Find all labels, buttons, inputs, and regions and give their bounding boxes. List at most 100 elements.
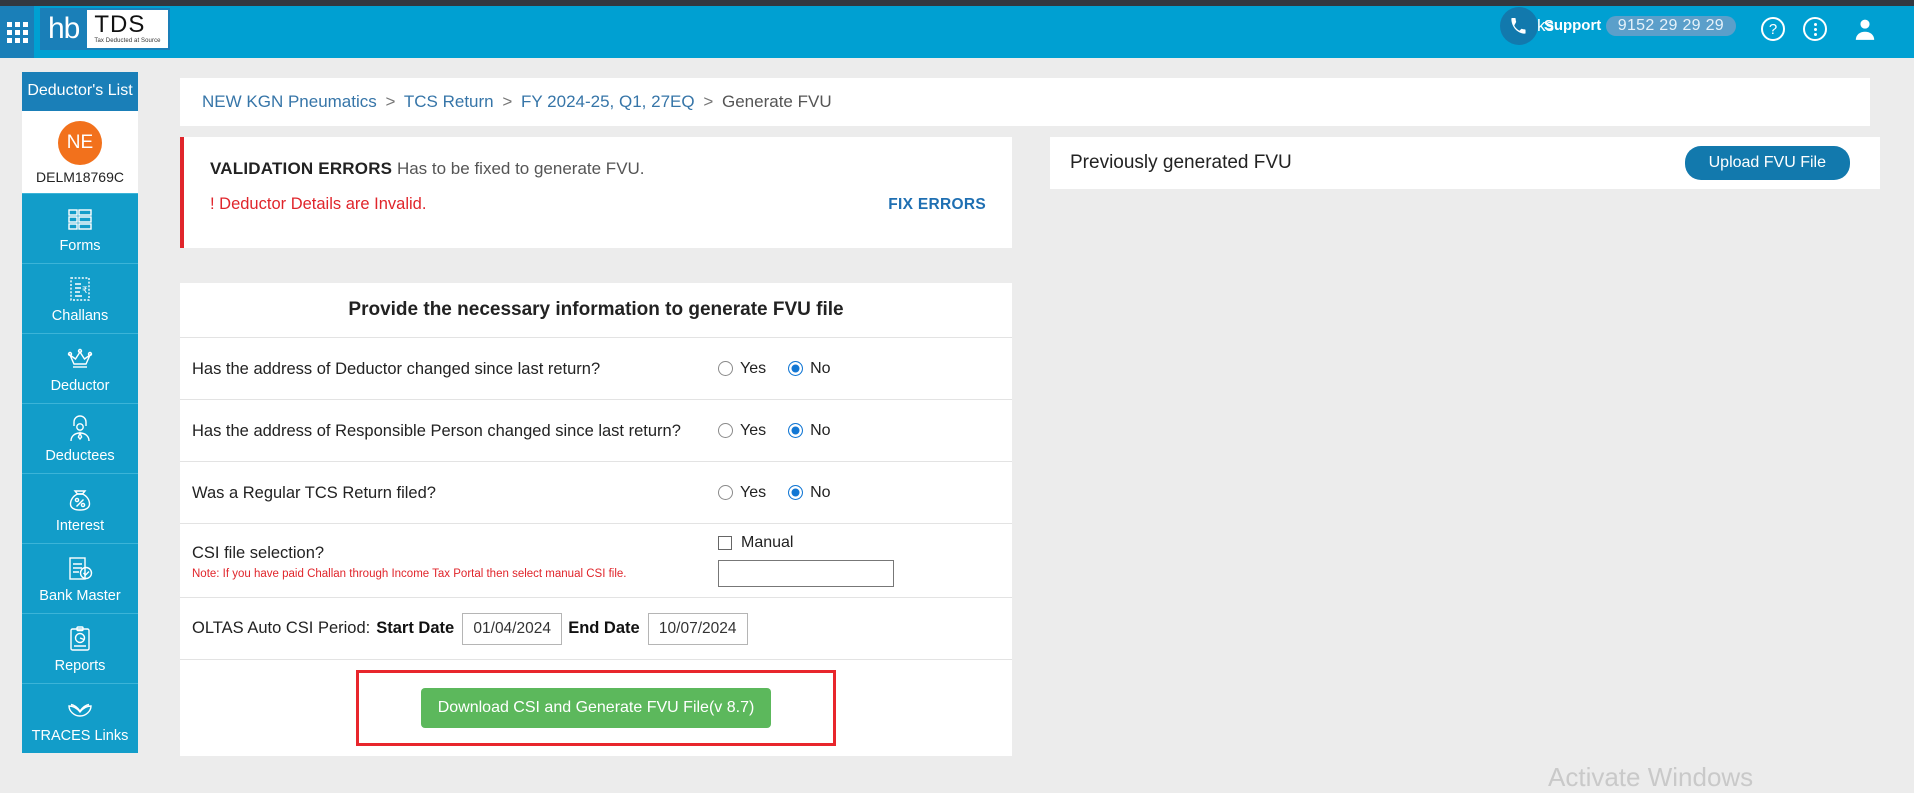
- radio-label-no: No: [810, 421, 831, 439]
- sidebar-title[interactable]: Deductor's List: [22, 72, 138, 111]
- start-date-input[interactable]: 01/04/2024: [462, 612, 563, 645]
- brand-tds-subtitle: Tax Deducted at Source: [94, 37, 161, 44]
- radio-label-no: No: [810, 483, 831, 501]
- support-group[interactable]: Support 9152 29 29 29: [1499, 7, 1736, 45]
- brand-hb-text: hb: [48, 12, 80, 45]
- row-label: CSI file selection? Note: If you have pa…: [192, 540, 718, 582]
- generate-fvu-form-card: Provide the necessary information to gen…: [180, 283, 1012, 756]
- sidebar-item-deductor[interactable]: Deductor: [22, 333, 138, 403]
- radio-button-yes[interactable]: [718, 485, 733, 500]
- breadcrumb-bar: NEW KGN Pneumatics > TCS Return > FY 202…: [180, 78, 1870, 126]
- radio-option-yes[interactable]: Yes: [718, 422, 766, 440]
- csi-manual-input[interactable]: [718, 560, 894, 587]
- money-bag-percent-icon: [24, 483, 136, 515]
- sidebar-item-deductees[interactable]: Deductees: [22, 403, 138, 473]
- sidebar-item-label: TRACES Links: [31, 728, 129, 744]
- fix-errors-link[interactable]: FIX ERRORS: [888, 196, 986, 214]
- clipboard-chart-icon: [24, 623, 136, 655]
- radio-button-no[interactable]: [788, 423, 804, 438]
- form-row-deductor-address: Has the address of Deductor changed sinc…: [180, 338, 1012, 400]
- row-label: Has the address of Deductor changed sinc…: [192, 359, 601, 378]
- csi-manual-checkbox[interactable]: [718, 536, 732, 550]
- form-row-regular-tcs-return: Was a Regular TCS Return filed? Yes No: [180, 462, 1012, 524]
- svg-text:₹: ₹: [82, 286, 88, 296]
- help-circle-icon[interactable]: ?: [1758, 14, 1788, 44]
- support-phone-number: 9152 29 29 29: [1605, 16, 1736, 36]
- window-title-strip: [0, 0, 1914, 6]
- challan-receipt-icon: ₹: [24, 273, 136, 305]
- download-csi-generate-fvu-button[interactable]: Download CSI and Generate FVU File(v 8.7…: [420, 688, 772, 728]
- app-grid-button[interactable]: [0, 6, 34, 58]
- vertical-dots: [1813, 22, 1817, 36]
- start-date-label: Start Date: [376, 619, 455, 637]
- csi-label: CSI file selection?: [192, 543, 325, 562]
- user-avatar-icon[interactable]: [1850, 14, 1880, 44]
- oltas-label: OLTAS Auto CSI Period:: [192, 619, 371, 637]
- more-options-icon[interactable]: [1800, 14, 1830, 44]
- radio-option-no[interactable]: No: [788, 421, 831, 440]
- sidebar-item-label: Forms: [59, 238, 101, 254]
- page-title: Provide the necessary information to gen…: [180, 283, 1012, 338]
- radio-button-yes[interactable]: [718, 361, 733, 376]
- radio-button-no[interactable]: [788, 361, 804, 376]
- radio-group-regular-tcs-return: Yes No: [718, 484, 831, 502]
- app-grid-icon: [6, 21, 28, 43]
- radio-label-yes: Yes: [740, 359, 767, 377]
- radio-group-responsible-person-address: Yes No: [718, 422, 831, 440]
- radio-option-yes[interactable]: Yes: [718, 360, 766, 378]
- radio-button-yes[interactable]: [718, 423, 733, 438]
- radio-label-no: No: [810, 359, 831, 377]
- breadcrumb-item-2[interactable]: FY 2024-25, Q1, 27EQ: [521, 92, 695, 111]
- previously-generated-fvu-title: Previously generated FVU: [1070, 152, 1292, 173]
- bank-document-check-icon: [24, 553, 136, 585]
- radio-button-no[interactable]: [788, 485, 804, 500]
- upload-fvu-file-button[interactable]: Upload FVU File: [1684, 146, 1850, 180]
- brand-logo[interactable]: hb TDS Tax Deducted at Source: [40, 8, 170, 50]
- sidebar-item-interest[interactable]: Interest: [22, 473, 138, 543]
- forms-icon: [24, 203, 136, 235]
- breadcrumb-separator: >: [502, 92, 513, 111]
- sidebar-item-label: Interest: [55, 518, 105, 534]
- csi-controls: Manual: [718, 534, 894, 587]
- csi-note: Note: If you have paid Challan through I…: [192, 567, 627, 580]
- deductor-tan: DELM18769C: [36, 169, 124, 185]
- validation-errors-card: VALIDATION ERRORS Has to be fixed to gen…: [180, 137, 1012, 248]
- validation-error-item: ! Deductor Details are Invalid.: [210, 195, 427, 213]
- radio-option-yes[interactable]: Yes: [718, 484, 766, 502]
- sidebar-item-bank-master[interactable]: Bank Master: [22, 543, 138, 613]
- validation-errors-subtitle: Has to be fixed to generate FVU.: [396, 159, 645, 178]
- radio-option-no[interactable]: No: [788, 483, 831, 502]
- sidebar-item-forms[interactable]: Forms: [22, 193, 138, 263]
- breadcrumb-item-0[interactable]: NEW KGN Pneumatics: [202, 92, 377, 111]
- generate-action-area: Download CSI and Generate FVU File(v 8.7…: [180, 660, 1012, 756]
- end-date-input[interactable]: 10/07/2024: [647, 612, 748, 645]
- form-row-csi-file-selection: CSI file selection? Note: If you have pa…: [180, 524, 1012, 598]
- help-glyph: ?: [1761, 17, 1785, 41]
- top-header-bar: hb TDS Tax Deducted at Source Tasks Supp…: [0, 0, 1914, 58]
- highlight-annotation-box: Download CSI and Generate FVU File(v 8.7…: [356, 670, 836, 746]
- breadcrumb-separator: >: [703, 92, 714, 111]
- csi-manual-label: Manual: [741, 534, 794, 551]
- csi-manual-checkbox-row[interactable]: Manual: [718, 534, 894, 552]
- previously-generated-fvu-card: Previously generated FVU Upload FVU File: [1050, 137, 1880, 189]
- form-row-responsible-person-address: Has the address of Responsible Person ch…: [180, 400, 1012, 462]
- sidebar-item-traces-links[interactable]: TRACES Links: [22, 683, 138, 753]
- support-title: Support: [1543, 17, 1602, 34]
- sidebar-item-reports[interactable]: Reports: [22, 613, 138, 683]
- sidebar-deductor-card[interactable]: NE DELM18769C: [22, 111, 138, 193]
- person-tie-icon: [24, 413, 136, 445]
- end-date-label: End Date: [568, 619, 640, 637]
- row-label: Was a Regular TCS Return filed?: [192, 483, 436, 502]
- traces-leaf-icon: [24, 693, 136, 725]
- validation-errors-heading: VALIDATION ERRORS Has to be fixed to gen…: [210, 159, 986, 179]
- radio-option-no[interactable]: No: [788, 359, 831, 378]
- sidebar-item-label: Deductor: [50, 378, 110, 394]
- sidebar-item-label: Bank Master: [39, 588, 121, 604]
- validation-errors-body: ! Deductor Details are Invalid. FIX ERRO…: [210, 195, 986, 214]
- breadcrumb-item-1[interactable]: TCS Return: [404, 92, 494, 111]
- crown-icon: [24, 343, 136, 375]
- sidebar-item-challans[interactable]: ₹ Challans: [22, 263, 138, 333]
- breadcrumb-separator: >: [385, 92, 396, 111]
- brand-tds-box: TDS Tax Deducted at Source: [87, 10, 168, 48]
- phone-icon[interactable]: [1499, 7, 1538, 45]
